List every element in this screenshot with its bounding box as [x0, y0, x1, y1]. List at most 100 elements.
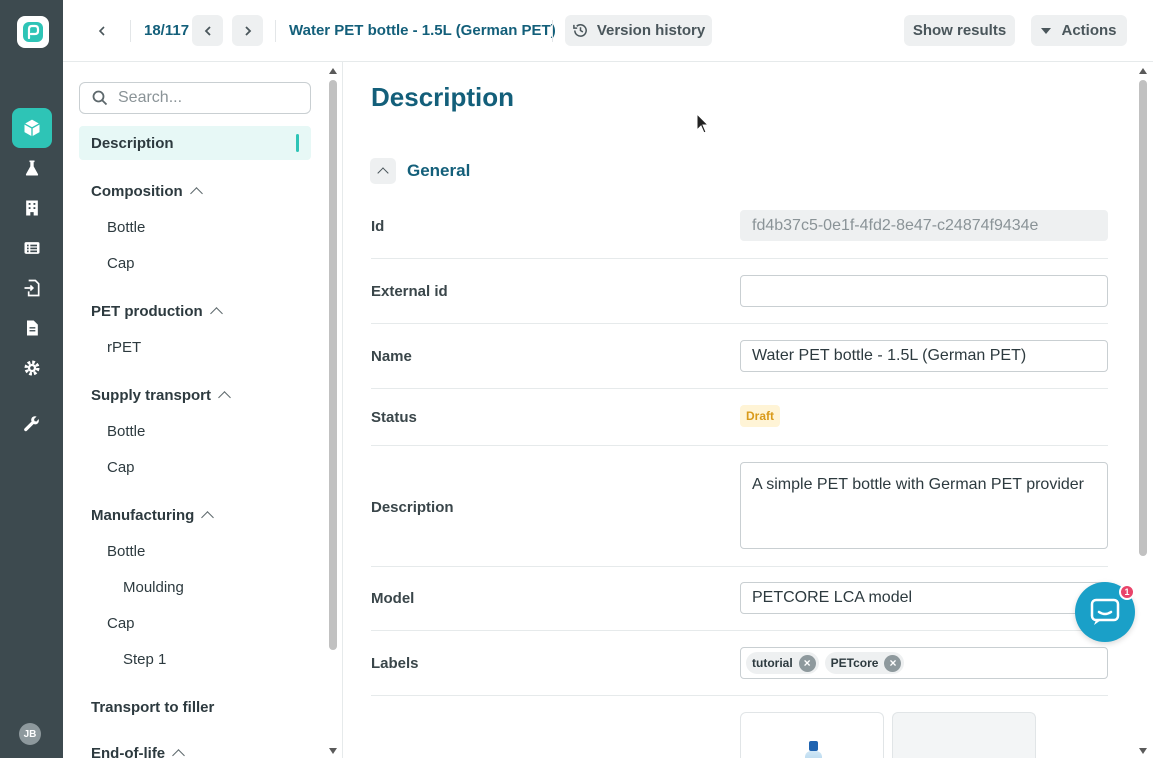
sidebar-item-manufacturing[interactable]: Manufacturing — [79, 498, 311, 532]
next-item-button[interactable] — [232, 15, 263, 46]
scroll-down-arrow[interactable] — [1139, 748, 1147, 754]
sidebar-item-supply-bottle[interactable]: Bottle — [79, 414, 311, 448]
sidebar-item-label: PET production — [91, 302, 203, 320]
status-badge: Draft — [740, 405, 781, 427]
bottle-image — [809, 741, 818, 751]
field-row-id: Id fd4b37c5-0e1f-4fd2-8e47-c24874f9434e — [371, 198, 1108, 259]
chevron-left-icon — [204, 25, 211, 36]
label-chip-text: PETcore — [830, 656, 879, 670]
rail-companies-button[interactable] — [12, 188, 52, 228]
sidebar-item-label: Cap — [107, 458, 135, 476]
actions-button[interactable]: Actions — [1031, 15, 1127, 46]
scrollbar-thumb[interactable] — [1139, 80, 1147, 556]
sidebar-item-manufacturing-bottle[interactable]: Bottle — [79, 534, 311, 568]
search-box[interactable] — [79, 82, 311, 114]
label-chip: PETcore × — [824, 652, 905, 674]
chevron-up-icon[interactable] — [189, 187, 203, 200]
product-title: Water PET bottle - 1.5L (German PET) — [289, 22, 556, 39]
chevron-up-icon[interactable] — [172, 749, 186, 758]
sidebar-item-composition-cap[interactable]: Cap — [79, 246, 311, 280]
sidebar-item-end-of-life[interactable]: End-of-life — [79, 736, 311, 758]
sidebar-scrollbar[interactable] — [325, 66, 341, 756]
history-icon — [572, 24, 587, 37]
search-icon — [92, 90, 108, 106]
sidebar-item-label: Moulding — [123, 578, 184, 596]
section-sidebar: Description Composition Bottle Cap PET p… — [63, 62, 343, 758]
sidebar-item-manufacturing-cap[interactable]: Cap — [79, 606, 311, 640]
description-textarea[interactable]: A simple PET bottle with German PET prov… — [740, 462, 1108, 549]
model-select[interactable]: PETCORE LCA model — [740, 582, 1108, 614]
show-results-button[interactable]: Show results — [904, 15, 1015, 46]
remove-chip-icon[interactable]: × — [798, 654, 816, 672]
rail-list-button[interactable] — [12, 228, 52, 268]
top-header: 18/117 Water PET bottle - 1.5L (German P… — [63, 0, 1153, 62]
main-scrollbar[interactable] — [1135, 66, 1151, 756]
sidebar-item-composition[interactable]: Composition — [79, 174, 311, 208]
gear-icon — [24, 360, 40, 376]
sidebar-item-pet-production[interactable]: PET production — [79, 294, 311, 328]
sidebar-item-label: End-of-life — [91, 744, 166, 758]
rail-products-button[interactable] — [12, 108, 52, 148]
main-content: Description General Id fd4b37c5-0e1f-4fd… — [343, 62, 1153, 758]
pager-count: 18/117 — [144, 22, 190, 39]
section-title: General — [407, 161, 471, 180]
search-input[interactable] — [118, 89, 298, 107]
user-avatar[interactable]: JB — [19, 723, 41, 745]
add-image-placeholder[interactable] — [892, 712, 1036, 758]
sidebar-item-supply-transport[interactable]: Supply transport — [79, 378, 311, 412]
sidebar-item-label: Cap — [107, 254, 135, 272]
sidebar-item-label: rPET — [107, 338, 142, 356]
labels-input[interactable]: tutorial × PETcore × — [740, 647, 1108, 679]
field-row-labels: Labels tutorial × PETcore × — [371, 631, 1108, 696]
sidebar-item-description[interactable]: Description — [79, 126, 311, 160]
sidebar-item-composition-bottle[interactable]: Bottle — [79, 210, 311, 244]
field-row-description: Description A simple PET bottle with Ger… — [371, 446, 1108, 567]
sidebar-item-moulding[interactable]: Moulding — [79, 570, 311, 604]
caret-down-icon — [1041, 27, 1052, 34]
rail-tools-button[interactable] — [12, 404, 52, 444]
chevron-up-icon[interactable] — [201, 511, 215, 524]
rail-documents-button[interactable] — [12, 308, 52, 348]
rail-import-button[interactable] — [12, 268, 52, 308]
scrollbar-thumb[interactable] — [329, 80, 337, 650]
remove-chip-icon[interactable]: × — [884, 654, 902, 672]
image-gallery — [740, 712, 1036, 758]
sidebar-item-label: Bottle — [107, 218, 146, 236]
sidebar-item-transport-to-filler[interactable]: Transport to filler — [79, 690, 311, 724]
list-icon — [24, 242, 40, 254]
scroll-up-arrow[interactable] — [329, 68, 337, 74]
sidebar-item-label: Composition — [91, 182, 183, 200]
wrench-icon — [24, 416, 39, 432]
product-image-thumbnail[interactable] — [740, 712, 884, 758]
chevron-up-icon[interactable] — [209, 307, 223, 320]
field-row-name: Name Water PET bottle - 1.5L (German PET… — [371, 324, 1108, 389]
sidebar-item-label: Manufacturing — [91, 506, 195, 524]
label-chip-text: tutorial — [752, 656, 793, 670]
logo-icon — [23, 22, 43, 42]
chevron-up-icon[interactable] — [218, 391, 231, 404]
sidebar-item-step-1[interactable]: Step 1 — [79, 642, 311, 676]
chat-icon — [1090, 598, 1120, 625]
field-label: Description — [371, 499, 454, 516]
name-field[interactable]: Water PET bottle - 1.5L (German PET) — [740, 340, 1108, 372]
id-field: fd4b37c5-0e1f-4fd2-8e47-c24874f9434e — [740, 210, 1108, 241]
sidebar-item-rpet[interactable]: rPET — [79, 330, 311, 364]
sidebar-item-label: Bottle — [107, 422, 146, 440]
rail-lab-button[interactable] — [12, 148, 52, 188]
scroll-up-arrow[interactable] — [1139, 68, 1147, 74]
field-row-status: Status Draft — [371, 389, 1108, 446]
scroll-down-arrow[interactable] — [329, 748, 337, 754]
show-results-label: Show results — [912, 22, 1007, 39]
sidebar-item-label: Transport to filler — [91, 698, 215, 716]
back-button[interactable] — [87, 15, 117, 46]
app-logo[interactable] — [17, 16, 49, 48]
divider — [552, 20, 553, 42]
external-id-field[interactable] — [740, 275, 1108, 307]
sidebar-item-supply-cap[interactable]: Cap — [79, 450, 311, 484]
chat-widget-button[interactable]: 1 — [1075, 582, 1135, 642]
rail-settings-button[interactable] — [12, 348, 52, 388]
field-label: Labels — [371, 655, 419, 672]
previous-item-button[interactable] — [192, 15, 223, 46]
collapse-section-button[interactable] — [370, 158, 396, 184]
version-history-button[interactable]: Version history — [565, 15, 712, 46]
